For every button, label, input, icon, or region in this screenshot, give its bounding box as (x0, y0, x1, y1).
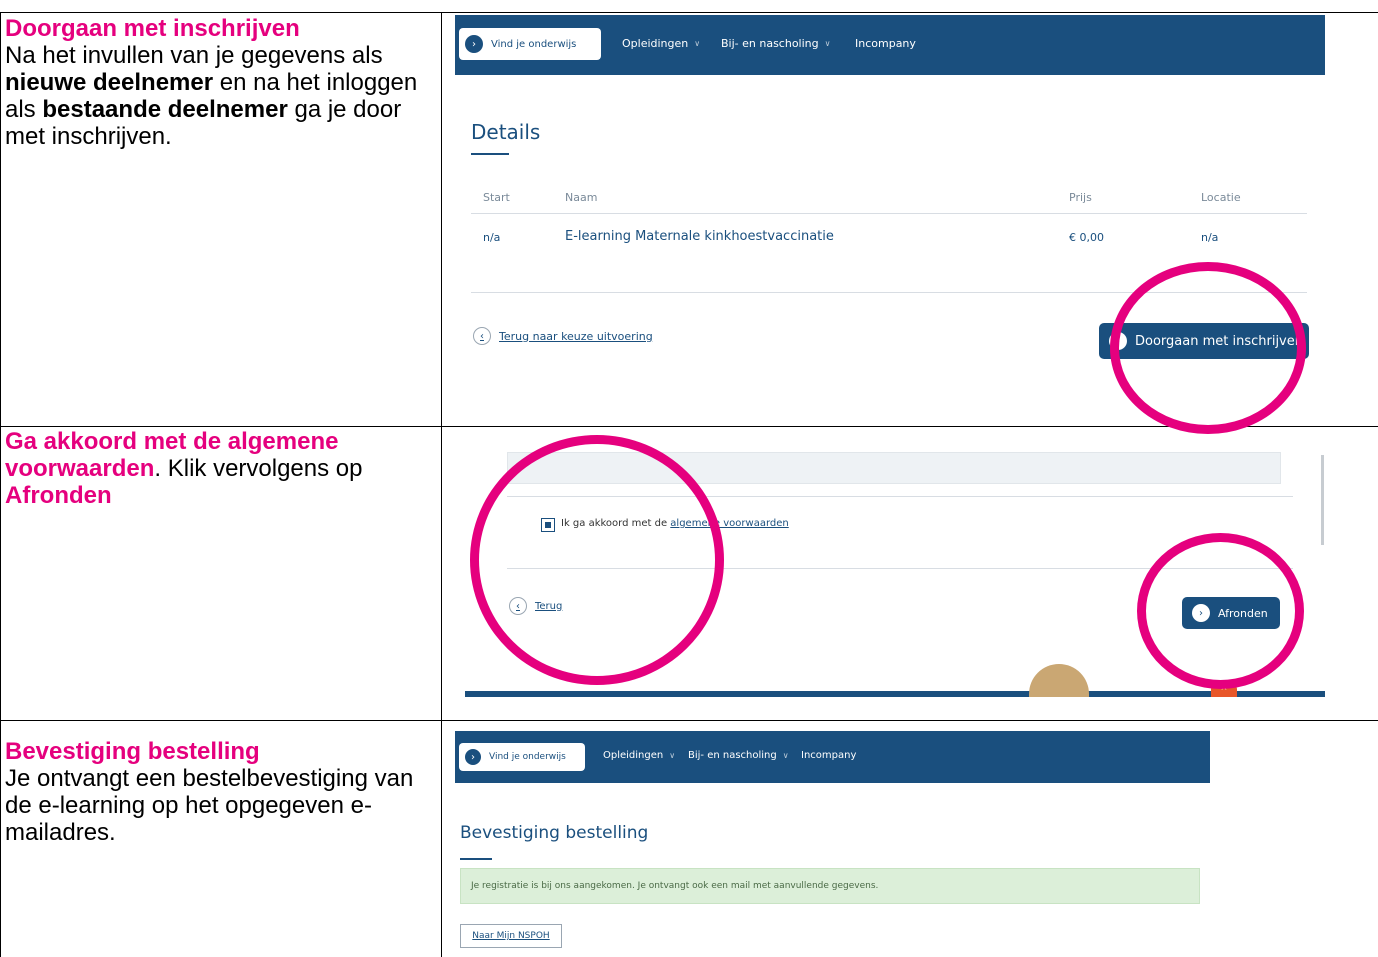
cell-naam: E-learning Maternale kinkhoestvaccinatie (565, 229, 834, 244)
table-row-divider-2 (0, 720, 1378, 721)
chevron-down-icon: ∨ (824, 39, 831, 48)
nav-label-bijscholing: Bij- en nascholing (688, 750, 777, 761)
row2-body: . Klik vervolgens op (154, 455, 363, 482)
row1-body-bold-2: bestaande deelnemer (42, 96, 288, 123)
my-nspoh-button[interactable]: Naar Mijn NSPOH (460, 924, 562, 948)
chevron-left-icon: ‹ (473, 327, 491, 345)
back-to-choice-link[interactable]: ‹ Terug naar keuze uitvoering (473, 327, 653, 345)
row3-body: Je ontvangt een bestelbevestiging van de… (5, 765, 414, 846)
find-education-button[interactable]: › Vind je onderwijs (459, 28, 601, 60)
nav-item-incompany[interactable]: Incompany (801, 750, 856, 761)
nav-label-incompany: Incompany (855, 37, 916, 50)
row2-body-end: Afronden (5, 482, 112, 509)
row1-body-bold-1: nieuwe deelnemer (5, 69, 214, 96)
highlight-circle-terms (470, 435, 724, 685)
chevron-right-icon: › (465, 749, 481, 765)
row1-body-text-1: Na het invullen van je gegevens als (5, 42, 383, 69)
row3-heading: Bevestiging bestelling (5, 738, 260, 765)
details-title: Details (471, 120, 541, 144)
header-divider (471, 213, 1307, 214)
title-underline (460, 858, 492, 860)
nav-item-bijscholing[interactable]: Bij- en nascholing ∨ (721, 37, 830, 50)
column-header-start: Start (483, 191, 510, 204)
cell-locatie: n/a (1201, 231, 1219, 244)
nav-item-opleidingen[interactable]: Opleidingen ∨ (622, 37, 700, 50)
column-header-naam: Naam (565, 191, 598, 204)
find-education-button[interactable]: › Vind je onderwijs (459, 743, 585, 771)
avatar (1029, 664, 1089, 697)
row1-body: Na het invullen van je gegevens als nieu… (5, 42, 435, 150)
highlight-circle-continue (1110, 262, 1306, 434)
find-education-label: Vind je onderwijs (489, 752, 566, 762)
nav-label-opleidingen: Opleidingen (603, 750, 664, 761)
chevron-down-icon: ∨ (782, 751, 789, 760)
cell-start: n/a (483, 231, 501, 244)
nav-label-bijscholing: Bij- en nascholing (721, 37, 819, 50)
top-navbar: › Vind je onderwijs Opleidingen ∨ Bij- en… (455, 15, 1325, 75)
nav-label-incompany: Incompany (801, 750, 857, 761)
chevron-right-icon: › (465, 35, 483, 53)
nav-item-bijscholing[interactable]: Bij- en nascholing ∨ (688, 750, 789, 761)
table-column-divider (441, 12, 442, 957)
confirmation-title: Bevestiging bestelling (460, 823, 649, 843)
row1-instructions: Doorgaan met inschrijven Na het invullen… (5, 15, 435, 150)
find-education-label: Vind je onderwijs (491, 38, 577, 50)
top-navbar: › Vind je onderwijs Opleidingen ∨ Bij- en… (455, 731, 1210, 783)
confirmation-screenshot: › Vind je onderwijs Opleidingen ∨ Bij- en… (455, 731, 1210, 957)
registration-alert: Je registratie is bij ons aangekomen. Je… (460, 868, 1200, 904)
chevron-down-icon: ∨ (669, 751, 676, 760)
column-header-prijs: Prijs (1069, 191, 1092, 204)
title-underline (471, 153, 509, 155)
row3-instructions: Bevestiging bestelling Je ontvangt een b… (5, 738, 435, 846)
row2-instructions: Ga akkoord met de algemene voorwaarden. … (5, 428, 435, 509)
highlight-circle-finish (1137, 533, 1304, 689)
table-border-top (0, 12, 1378, 13)
nav-label-opleidingen: Opleidingen (622, 37, 689, 50)
footer-bar (465, 691, 1325, 697)
nav-item-opleidingen[interactable]: Opleidingen ∨ (603, 750, 675, 761)
row1-heading: Doorgaan met inschrijven (5, 15, 300, 42)
chevron-down-icon: ∨ (694, 39, 701, 48)
column-header-locatie: Locatie (1201, 191, 1241, 204)
nav-item-incompany[interactable]: Incompany (855, 37, 916, 50)
cell-prijs: € 0,00 (1069, 231, 1104, 244)
table-border-left (0, 12, 1, 957)
back-to-choice-label: Terug naar keuze uitvoering (499, 329, 653, 343)
scrollbar[interactable] (1321, 455, 1324, 545)
